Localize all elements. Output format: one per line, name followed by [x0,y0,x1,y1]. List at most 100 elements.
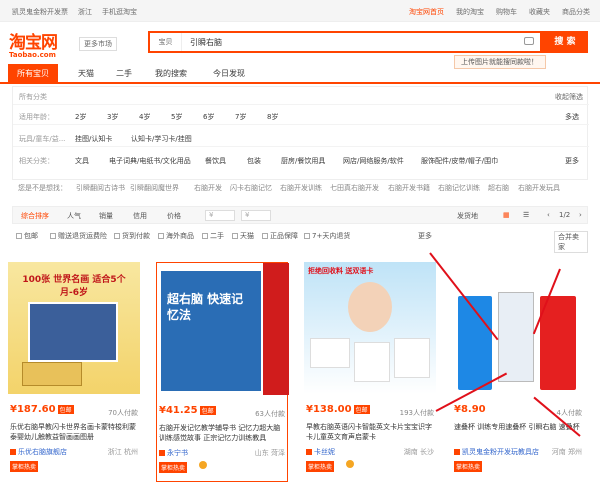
filter-option[interactable]: 挂图/认知卡 [75,134,112,144]
filter-option[interactable]: 6岁 [203,112,214,122]
all-categories-label[interactable]: 所有分类 [19,92,47,102]
filter-option[interactable]: 网店/网络服务/软件 [343,156,404,166]
merge-sellers-button[interactable]: 合并卖家 [554,231,588,253]
topbar-cart[interactable]: 购物车 [496,7,517,17]
product-card[interactable]: 100张 世界名画 适合5个月-6岁 ¥187.60 包邮 70人付款 乐优右脑早… [8,262,140,482]
option-genuine[interactable]: 正品保障 [262,231,298,241]
shop-link[interactable]: 永宁书 [159,448,188,458]
topbar-favorites[interactable]: 收藏夹 [529,7,550,17]
multi-select-button[interactable]: 多选 [565,112,579,122]
topbar-home-link[interactable]: 淘宝网首页 [409,7,444,17]
product-image[interactable]: 超右脑 快速记忆法 [157,263,289,395]
sort-price[interactable]: 价格 [167,211,181,221]
filter-option[interactable]: 服饰配件/皮带/帽子/围巾 [421,156,498,166]
guess-item[interactable]: 右脑记忆训练 [438,183,480,193]
sort-sales[interactable]: 销量 [99,211,113,221]
guess-item[interactable]: 闪卡右脑记忆 [230,183,272,193]
filter-option[interactable]: 5岁 [171,112,182,122]
guess-item[interactable]: 引瞬翻阅魔世界 [130,183,179,193]
filter-option[interactable]: 2岁 [75,112,86,122]
taobao-logo[interactable]: 淘宝网 Taobao.com [9,28,79,59]
collapse-filter-button[interactable]: 收起筛选 [555,92,583,102]
sort-bar: 综合排序 人气 销量 信用 价格 ¥ ¥ 发货地 ▦ ☰ ‹ 1/2 › [12,206,588,224]
prev-page-icon[interactable]: ‹ [547,211,550,219]
shop-icon [10,449,16,455]
tab-my-search[interactable]: 我的搜索 [146,64,196,84]
free-shipping-badge: 包邮 [353,404,370,414]
filter-label: 相关分类： [19,157,54,165]
shop-location: 山东 菏泽 [254,449,285,457]
product-card[interactable]: ¥8.90 4人付款 速叠杯 训练专用速叠杯 引瞬右脑 速叠杯 凯灵鬼金粉开发玩… [452,262,584,482]
product-title[interactable]: 乐优右脑早教闪卡世界名画卡蒙特梭利蒙泰婴幼儿触教益智画画图册 [10,422,138,442]
filter-option[interactable]: 7岁 [235,112,246,122]
guess-item[interactable]: 右脑开发书籍 [388,183,430,193]
price-to-input[interactable]: ¥ [241,210,271,221]
list-view-icon[interactable]: ☰ [523,211,529,219]
topbar-categories[interactable]: 商品分类 [562,7,590,17]
option-return-insurance[interactable]: 赠送退货运费险 [50,231,107,241]
option-second-hand[interactable]: 二手 [202,231,224,241]
shop-link[interactable]: 乐优右脑旗舰店 [10,447,67,457]
guess-item[interactable]: 右脑开发 [194,183,222,193]
more-categories-button[interactable]: 更多 [565,156,579,166]
camera-icon[interactable] [524,37,534,45]
did-you-mean-bar: 您是不是想找： 引瞬翻阅古诗书 引瞬翻阅魔世界 右脑开发 闪卡右脑记忆 右脑开发… [12,180,588,196]
guess-label: 您是不是想找： [18,184,67,192]
filter-option[interactable]: 8岁 [267,112,278,122]
guess-item[interactable]: 引瞬翻阅古诗书 [76,183,125,193]
product-image-text: 拒绝回收料 送双语卡 [308,267,374,275]
search-button[interactable]: 搜 索 [542,31,588,53]
free-shipping-badge: 包邮 [57,404,74,414]
topbar-left-1[interactable]: 浙江 [78,7,92,17]
filter-option[interactable]: 认知卡/学习卡/挂图 [131,134,192,144]
search-input[interactable]: 引瞬右脑 [190,37,222,48]
ship-from-dropdown[interactable]: 发货地 [457,211,478,221]
medal-icon [199,461,207,469]
product-card[interactable]: 超右脑 快速记忆法 ¥41.25 包邮 63人付款 右脑开发记忆教学辅导书 记忆力… [156,262,289,482]
filter-option[interactable]: 3岁 [107,112,118,122]
option-tmall[interactable]: 天猫 [232,231,254,241]
tab-today-discover[interactable]: 今日发现 [204,64,254,84]
option-cod[interactable]: 货到付款 [114,231,150,241]
next-page-icon[interactable]: › [579,211,582,219]
sort-popularity[interactable]: 人气 [67,211,81,221]
product-image[interactable]: 100张 世界名画 适合5个月-6岁 [8,262,140,394]
product-title[interactable]: 早教右脑英语闪卡智能英文卡片宝宝识字卡儿童英文育声启蒙卡 [306,422,434,442]
hot-sale-tag: 掌柜热卖 [159,462,188,473]
filter-label: 玩具/童车/益... [19,135,66,143]
option-7day-return[interactable]: 7+天内退货 [304,231,350,241]
shop-link[interactable]: 卡丝妮 [306,447,335,457]
tab-second-hand[interactable]: 二手 [106,64,142,84]
tab-all-items[interactable]: 所有宝贝 [8,64,58,84]
tab-tmall[interactable]: 天猫 [66,64,106,84]
product-title[interactable]: 右脑开发记忆教学辅导书 记忆力超大脑训练感觉故事 正宗记忆力训练教具 [159,423,287,443]
option-free-shipping[interactable]: 包邮 [16,231,38,241]
filter-option[interactable]: 厨房/餐饮用具 [281,156,325,166]
filter-option[interactable]: 餐饮具 [205,156,226,166]
sort-default[interactable]: 综合排序 [21,211,49,221]
buyer-count: 4人付款 [556,409,582,417]
topbar-left-2[interactable]: 手机逛淘宝 [102,7,137,17]
price-from-input[interactable]: ¥ [205,210,235,221]
filter-option[interactable]: 包装 [247,156,261,166]
product-card[interactable]: 拒绝回收料 送双语卡 ¥138.00 包邮 193人付款 早教右脑英语闪卡智能英文… [304,262,436,482]
filter-option[interactable]: 4岁 [139,112,150,122]
shop-link[interactable]: 凯灵鬼金粉开发玩教具店 [454,447,539,457]
topbar-left-0[interactable]: 凯灵鬼金粉开发票 [12,7,68,17]
product-image[interactable] [452,262,584,394]
guess-item[interactable]: 右脑开发训练 [280,183,322,193]
search-category-select[interactable]: 宝贝 [150,33,182,51]
product-image[interactable]: 拒绝回收料 送双语卡 [304,262,436,394]
filter-option[interactable]: 电子词典/电纸书/文化用品 [109,156,191,166]
grid-view-icon[interactable]: ▦ [503,211,510,219]
guess-item[interactable]: 超右脑 [488,183,509,193]
guess-item[interactable]: 右脑开发玩具 [518,183,560,193]
filter-option[interactable]: 文具 [75,156,89,166]
topbar-my-taobao[interactable]: 我的淘宝 [456,7,484,17]
option-overseas[interactable]: 海外商品 [158,231,194,241]
option-more-button[interactable]: 更多 [418,231,432,241]
sort-credit[interactable]: 信用 [133,211,147,221]
shop-icon [454,449,460,455]
guess-item[interactable]: 七田真右脑开发 [330,183,379,193]
more-markets-dropdown[interactable]: 更多市场 [79,37,117,51]
